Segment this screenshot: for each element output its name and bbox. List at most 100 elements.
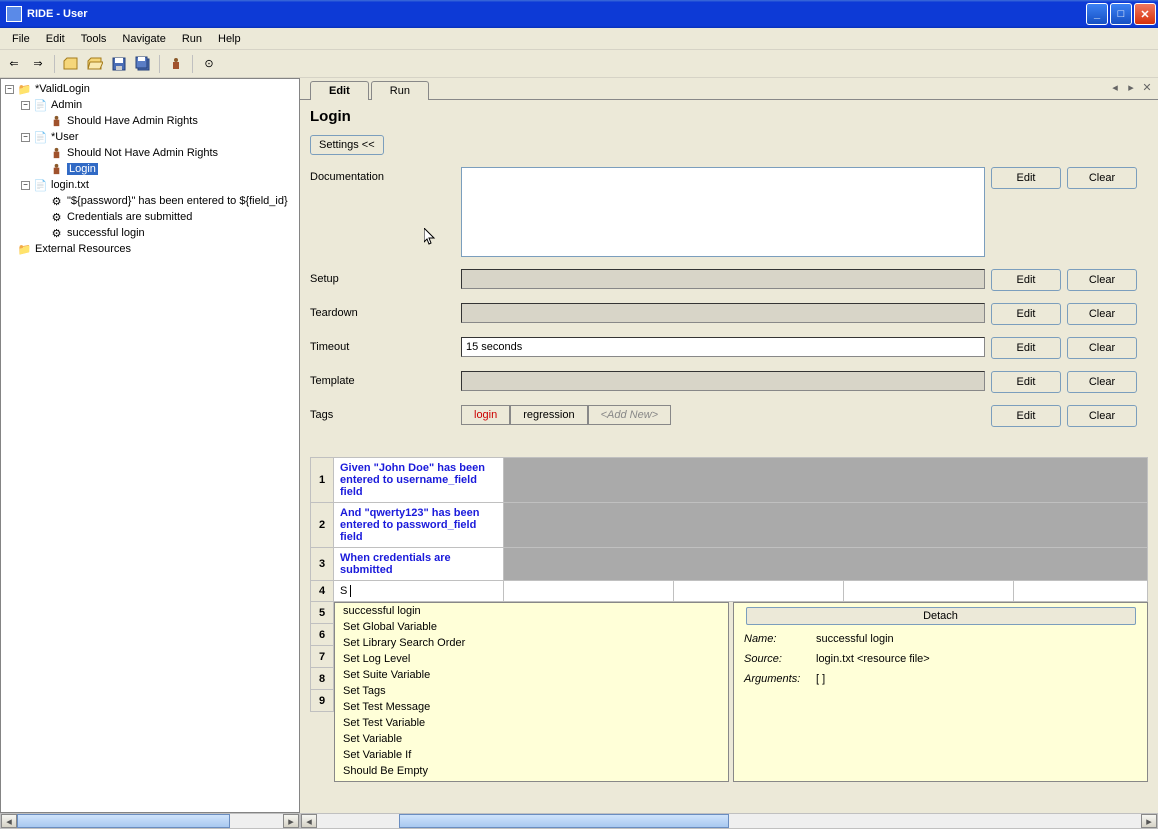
setup-field[interactable] [461, 269, 985, 289]
ac-item[interactable]: Set Test Message [335, 699, 728, 715]
doc-edit-button[interactable]: Edit [991, 167, 1061, 189]
tree-label: Admin [51, 99, 82, 111]
close-button[interactable]: ✕ [1134, 3, 1156, 25]
tree-suite-root[interactable]: −📁*ValidLogin [3, 81, 297, 97]
doc-clear-button[interactable]: Clear [1067, 167, 1137, 189]
ac-item[interactable]: Set Log Level [335, 651, 728, 667]
template-edit-button[interactable]: Edit [991, 371, 1061, 393]
back-button[interactable]: ⇐ [4, 54, 24, 74]
ac-item[interactable]: Should Be Empty [335, 763, 728, 779]
grid-rownum: 9 [310, 690, 334, 712]
tree-keyword-credentials[interactable]: ⚙Credentials are submitted [3, 209, 297, 225]
tag-add-new[interactable]: <Add New> [588, 405, 671, 425]
detail-args-value: [ ] [816, 673, 825, 685]
menubar: File Edit Tools Navigate Run Help [0, 28, 1158, 50]
tree-label: "${password}" has been entered to ${fiel… [67, 195, 288, 207]
tab-run[interactable]: Run [371, 81, 429, 100]
page-title: Login [310, 108, 1148, 125]
timeout-clear-button[interactable]: Clear [1067, 337, 1137, 359]
menu-tools[interactable]: Tools [73, 31, 115, 47]
grid-cell-empty[interactable] [504, 548, 1148, 580]
maximize-button[interactable]: □ [1110, 3, 1132, 25]
timeout-edit-button[interactable]: Edit [991, 337, 1061, 359]
autocomplete-popup[interactable]: successful login Set Global Variable Set… [334, 602, 729, 782]
scroll-right-icon[interactable]: ▸ [1141, 814, 1157, 828]
tree-test-no-admin[interactable]: Should Not Have Admin Rights [3, 145, 297, 161]
tab-edit[interactable]: Edit [310, 81, 369, 100]
grid-cell[interactable]: And "qwerty123" has been entered to pass… [334, 503, 504, 547]
documentation-field[interactable] [461, 167, 985, 257]
tree-label: Credentials are submitted [67, 211, 192, 223]
tree-hscroll[interactable]: ◂ ▸ [0, 813, 300, 829]
setup-edit-button[interactable]: Edit [991, 269, 1061, 291]
tag-regression[interactable]: regression [510, 405, 587, 425]
tree-keyword-successful[interactable]: ⚙successful login [3, 225, 297, 241]
ac-item[interactable]: Set Tags [335, 683, 728, 699]
template-field[interactable] [461, 371, 985, 391]
forward-button[interactable]: ⇒ [28, 54, 48, 74]
scroll-left-icon[interactable]: ◂ [1, 814, 17, 828]
setup-clear-button[interactable]: Clear [1067, 269, 1137, 291]
menu-navigate[interactable]: Navigate [114, 31, 173, 47]
ac-item[interactable]: Set Variable [335, 731, 728, 747]
tree-suite-user[interactable]: −📄*User [3, 129, 297, 145]
tab-prev-icon[interactable]: ◂ [1108, 80, 1122, 94]
open-folder-button[interactable] [85, 54, 105, 74]
save-button[interactable] [109, 54, 129, 74]
editor-hscroll[interactable]: ◂ ▸ [300, 813, 1158, 829]
grid-cell[interactable]: Given "John Doe" has been entered to use… [334, 457, 504, 502]
grid-cell-empty[interactable] [504, 457, 1148, 502]
grid-cell[interactable]: When credentials are submitted [334, 548, 504, 580]
ac-item[interactable]: Set Test Variable [335, 715, 728, 731]
menu-edit[interactable]: Edit [38, 31, 73, 47]
ac-item[interactable]: Set Library Search Order [335, 635, 728, 651]
tree-panel[interactable]: −📁*ValidLogin −📄Admin Should Have Admin … [0, 78, 300, 813]
tree-suite-admin[interactable]: −📄Admin [3, 97, 297, 113]
grid-cell-editing[interactable]: S [334, 581, 504, 601]
teardown-field[interactable] [461, 303, 985, 323]
tree-external-resources[interactable]: 📁External Resources [3, 241, 297, 257]
tree-label: login.txt [51, 179, 89, 191]
timeout-field[interactable] [461, 337, 985, 357]
detach-button[interactable]: Detach [746, 607, 1136, 625]
tab-next-icon[interactable]: ▸ [1124, 80, 1138, 94]
detail-source-value: login.txt <resource file> [816, 653, 930, 665]
tags-edit-button[interactable]: Edit [991, 405, 1061, 427]
tab-close-icon[interactable]: ✕ [1140, 80, 1154, 94]
open-button[interactable] [61, 54, 81, 74]
grid-cell[interactable] [674, 581, 844, 601]
tags-clear-button[interactable]: Clear [1067, 405, 1137, 427]
save-all-button[interactable] [133, 54, 153, 74]
grid-cell[interactable] [504, 581, 674, 601]
tree-test-admin-rights[interactable]: Should Have Admin Rights [3, 113, 297, 129]
tree-test-login[interactable]: Login [3, 161, 297, 177]
search-button[interactable]: ⊙ [199, 54, 219, 74]
ac-item[interactable]: Set Variable If [335, 747, 728, 763]
menu-file[interactable]: File [4, 31, 38, 47]
robot-button[interactable] [166, 54, 186, 74]
scroll-right-icon[interactable]: ▸ [283, 814, 299, 828]
ac-item[interactable]: Should Be Equal [335, 779, 728, 782]
menu-run[interactable]: Run [174, 31, 210, 47]
grid-rownum: 2 [310, 503, 334, 547]
ac-item[interactable]: Set Global Variable [335, 619, 728, 635]
menu-help[interactable]: Help [210, 31, 249, 47]
teardown-edit-button[interactable]: Edit [991, 303, 1061, 325]
settings-toggle-button[interactable]: Settings << [310, 135, 384, 155]
keyword-grid[interactable]: 1 Given "John Doe" has been entered to u… [310, 457, 1148, 782]
template-clear-button[interactable]: Clear [1067, 371, 1137, 393]
minimize-button[interactable]: _ [1086, 3, 1108, 25]
scroll-left-icon[interactable]: ◂ [301, 814, 317, 828]
ac-item[interactable]: Set Suite Variable [335, 667, 728, 683]
tree-resource-login[interactable]: −📄login.txt [3, 177, 297, 193]
grid-rownum: 7 [310, 646, 334, 668]
label-teardown: Teardown [310, 303, 455, 319]
grid-cell[interactable] [844, 581, 1014, 601]
grid-cell[interactable] [1014, 581, 1148, 601]
tree-keyword-password[interactable]: ⚙"${password}" has been entered to ${fie… [3, 193, 297, 209]
ac-item[interactable]: successful login [335, 603, 728, 619]
label-tags: Tags [310, 405, 455, 421]
tag-login[interactable]: login [461, 405, 510, 425]
grid-cell-empty[interactable] [504, 503, 1148, 547]
teardown-clear-button[interactable]: Clear [1067, 303, 1137, 325]
